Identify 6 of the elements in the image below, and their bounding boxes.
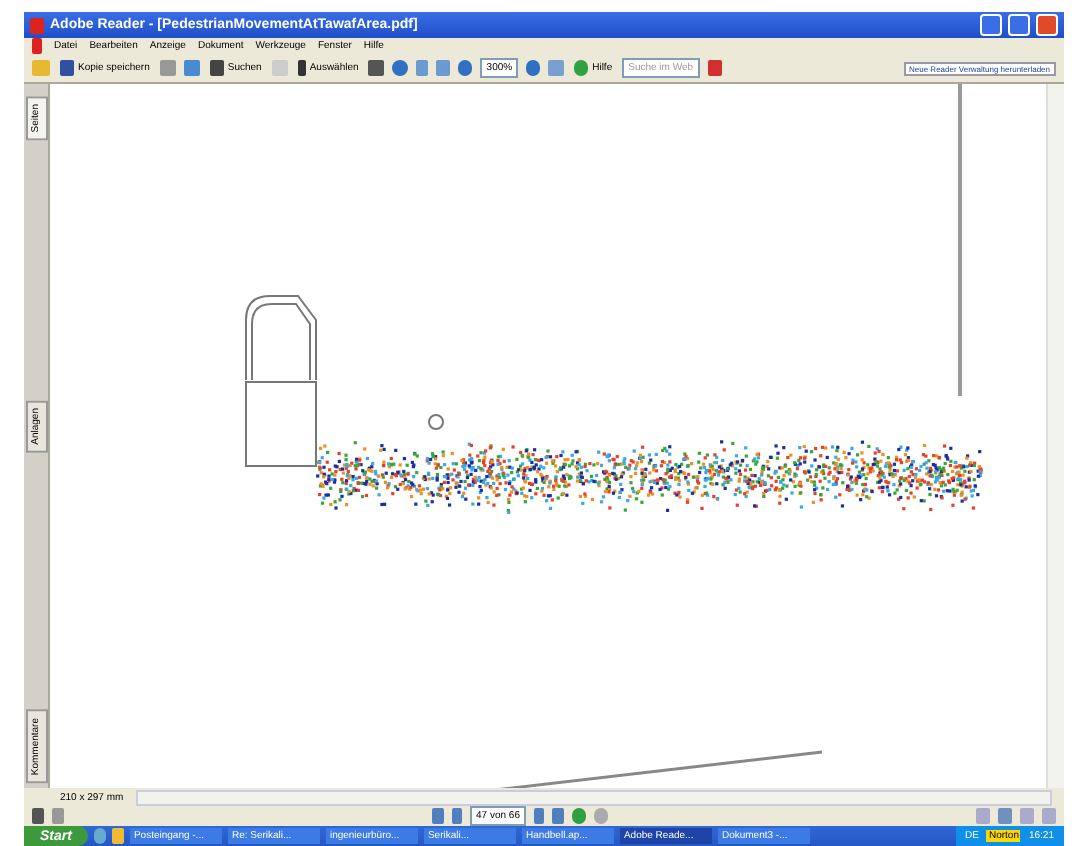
- maximize-button[interactable]: [1008, 14, 1030, 36]
- close-button[interactable]: [1036, 14, 1058, 36]
- circle-marker: [428, 414, 444, 430]
- minimize-button[interactable]: [980, 14, 1002, 36]
- vertical-scrollbar[interactable]: [1046, 84, 1064, 788]
- horizontal-scrollbar[interactable]: [135, 789, 1052, 805]
